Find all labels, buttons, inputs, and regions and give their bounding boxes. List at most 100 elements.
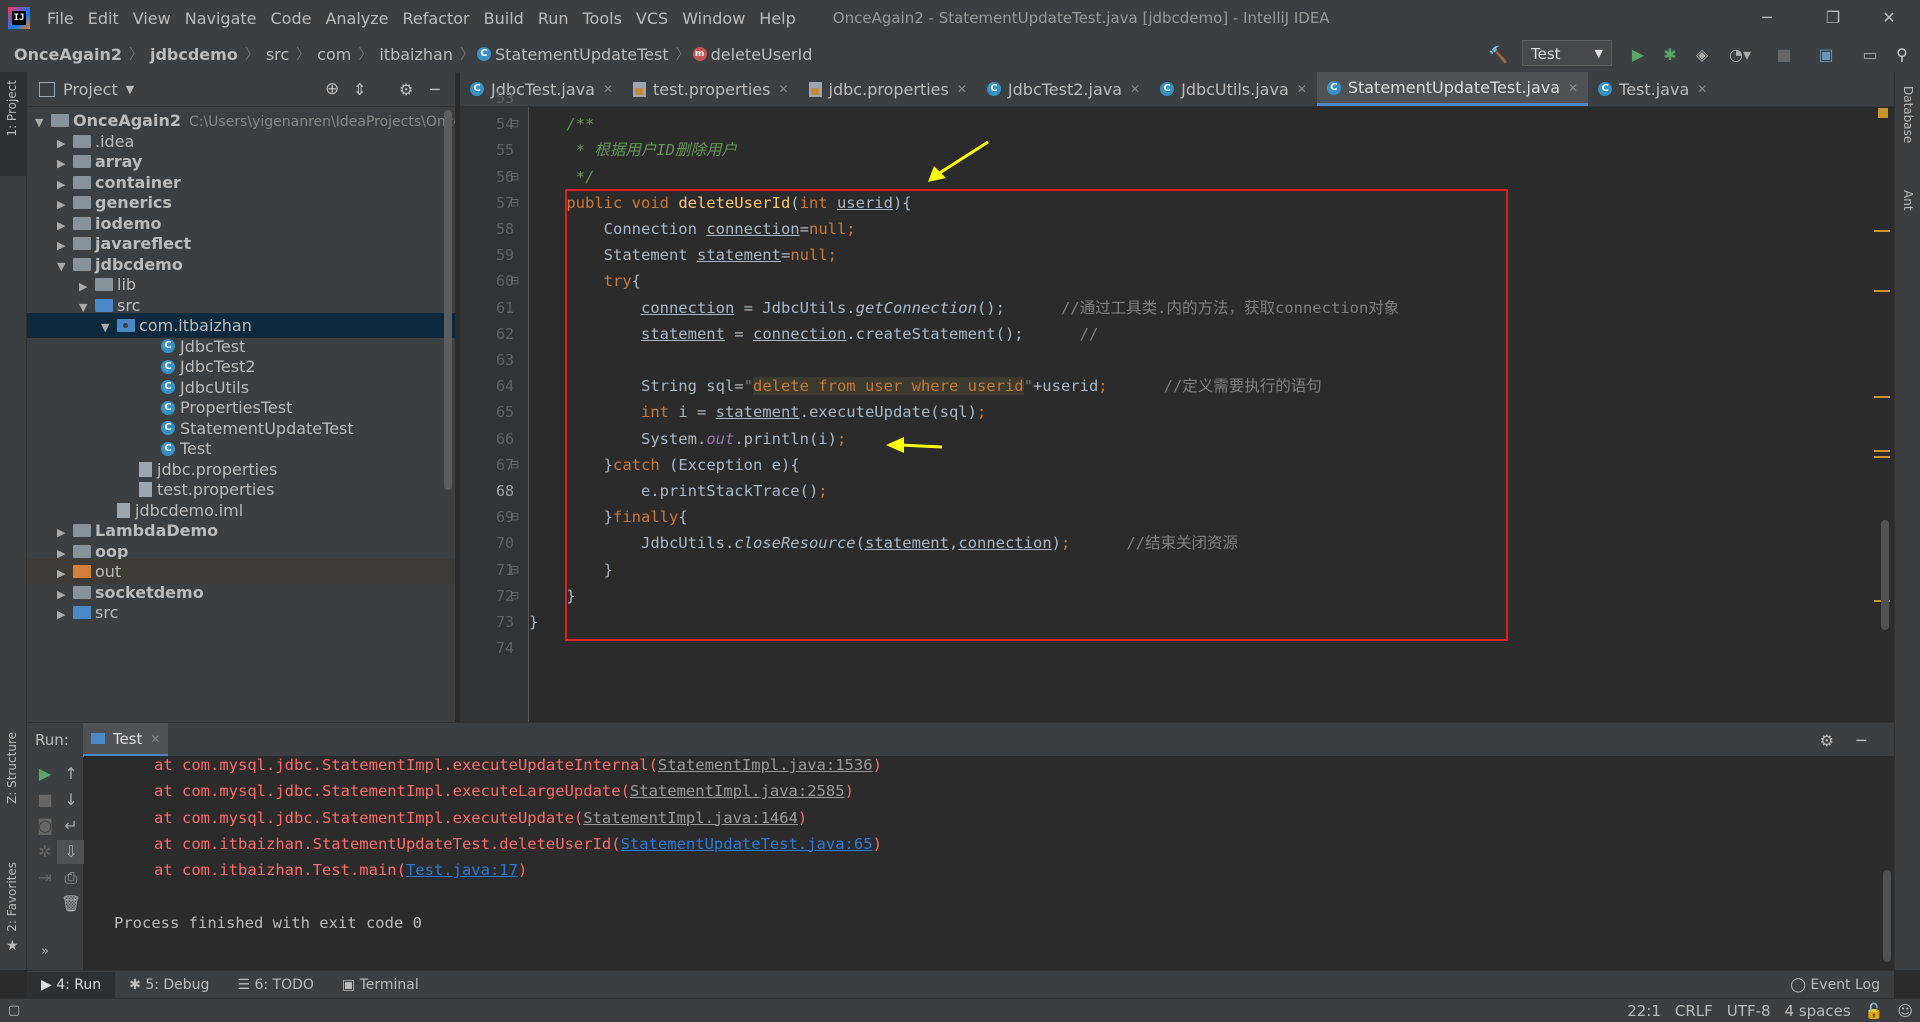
menu-item-view[interactable]: View: [126, 9, 178, 28]
event-log-button[interactable]: ◯ Event Log: [1790, 977, 1880, 993]
close-tab-icon[interactable]: ✕: [957, 82, 967, 96]
stop-icon[interactable]: ■: [1772, 40, 1796, 68]
project-tool-tab[interactable]: 1: Project: [5, 80, 19, 137]
scroll-to-end-icon[interactable]: ⇩: [57, 840, 85, 864]
database-tool-tab[interactable]: Database: [1901, 86, 1915, 143]
fold-icon[interactable]: ⊟: [510, 458, 519, 471]
build-hammer-icon[interactable]: 🔨: [1484, 40, 1512, 68]
menu-item-run[interactable]: Run: [531, 9, 576, 28]
console-scrollbar[interactable]: [1883, 870, 1891, 962]
fold-icon[interactable]: ⊟: [510, 510, 519, 523]
stacktrace-link[interactable]: StatementUpdateTest.java:65: [621, 835, 873, 853]
stop-icon[interactable]: ■: [31, 788, 59, 812]
tool-windows-icon[interactable]: ▢: [8, 1003, 20, 1018]
stacktrace-link[interactable]: StatementImpl.java:1536: [658, 756, 873, 774]
expand-right-icon[interactable]: ▶: [57, 602, 71, 627]
editor-tab[interactable]: C StatementUpdateTest.java ✕: [1316, 72, 1589, 106]
more-icon[interactable]: »: [31, 940, 59, 964]
lock-icon[interactable]: 🔓: [1858, 1002, 1891, 1020]
close-tab-icon[interactable]: ✕: [1297, 82, 1307, 96]
menu-item-code[interactable]: Code: [264, 9, 319, 28]
editor-tab[interactable]: test.properties ✕: [623, 72, 799, 106]
breadcrumb-method[interactable]: deleteUserId: [707, 45, 817, 64]
project-view-title[interactable]: Project: [63, 80, 118, 99]
editor-tab[interactable]: jdbc.properties ✕: [799, 72, 977, 106]
code-line[interactable]: */: [529, 164, 595, 190]
close-tab-icon[interactable]: ✕: [603, 82, 613, 96]
inspector-icon[interactable]: ☺: [1890, 1002, 1920, 1020]
rerun-icon[interactable]: ▶: [31, 762, 59, 786]
close-tab-icon[interactable]: ✕: [778, 82, 788, 96]
editor-tab[interactable]: C JdbcTest2.java ✕: [977, 72, 1150, 106]
indent-setting[interactable]: 4 spaces: [1778, 1002, 1858, 1020]
breadcrumb-module[interactable]: jdbcdemo: [146, 45, 242, 64]
close-tab-icon[interactable]: ✕: [1697, 82, 1707, 96]
print-icon[interactable]: ⎙: [57, 866, 85, 890]
code-line[interactable]: /**: [529, 111, 594, 137]
project-scrollbar[interactable]: [444, 110, 452, 490]
close-window-icon[interactable]: ✕: [1866, 0, 1912, 36]
code-line[interactable]: }: [529, 609, 538, 635]
minimize-icon[interactable]: ─: [1744, 0, 1790, 36]
close-tab-icon[interactable]: ✕: [150, 732, 160, 746]
collapse-all-icon[interactable]: ⇕: [353, 80, 366, 99]
profile-icon[interactable]: ◔▾: [1720, 40, 1760, 68]
file-encoding[interactable]: UTF-8: [1720, 1002, 1778, 1020]
gear-icon[interactable]: ⚙: [1820, 731, 1834, 750]
close-tab-icon[interactable]: ✕: [1568, 81, 1578, 95]
trash-icon[interactable]: 🗑: [57, 892, 85, 916]
settings-off-icon[interactable]: ✲: [31, 840, 59, 864]
exit-icon[interactable]: ⇥: [31, 866, 59, 890]
run-configuration-select[interactable]: Test ▼: [1522, 40, 1612, 66]
fold-icon[interactable]: ⊟: [510, 274, 519, 287]
chevron-down-icon[interactable]: ▼: [126, 83, 134, 96]
menu-item-vcs[interactable]: VCS: [629, 9, 675, 28]
menu-item-edit[interactable]: Edit: [81, 9, 126, 28]
editor-tab[interactable]: C Test.java ✕: [1588, 72, 1717, 106]
menu-item-help[interactable]: Help: [752, 9, 802, 28]
arrow-up-icon[interactable]: ↑: [57, 762, 85, 786]
arrow-down-icon[interactable]: ↓: [57, 788, 85, 812]
menu-item-window[interactable]: Window: [675, 9, 752, 28]
favorites-tool-tab[interactable]: 2: Favorites: [5, 862, 19, 932]
search-icon[interactable]: ⚲: [1888, 40, 1916, 68]
breadcrumb-project[interactable]: OnceAgain2: [10, 45, 126, 64]
fold-icon[interactable]: ⊟: [510, 589, 519, 602]
debug-icon[interactable]: ✱: [1656, 40, 1684, 68]
soft-wrap-icon[interactable]: ↵: [57, 814, 85, 838]
fold-icon[interactable]: ⊟: [510, 117, 519, 130]
ant-tool-tab[interactable]: Ant: [1901, 190, 1915, 211]
camera-icon[interactable]: ◙: [31, 814, 59, 838]
locate-icon[interactable]: ⊕: [325, 79, 339, 99]
breadcrumb-src[interactable]: src: [262, 45, 293, 64]
tool-tab-run[interactable]: ▶ 4: Run: [27, 972, 116, 998]
fold-icon[interactable]: ⊟: [510, 196, 519, 209]
fold-icon[interactable]: ⊟: [510, 563, 519, 576]
tool-tab-todo[interactable]: ☰ 6: TODO: [223, 977, 327, 993]
gear-icon[interactable]: ⚙: [399, 80, 413, 99]
hide-panel-icon[interactable]: ─: [1856, 731, 1866, 750]
warning-indicator-icon[interactable]: [1878, 108, 1888, 118]
breadcrumb-package[interactable]: itbaizhan: [375, 45, 457, 64]
breadcrumb-com[interactable]: com: [313, 45, 355, 64]
run-icon[interactable]: ▶: [1624, 40, 1652, 68]
project-structure-icon[interactable]: ▣: [1812, 40, 1840, 68]
menu-item-tools[interactable]: Tools: [576, 9, 629, 28]
tool-tab-terminal[interactable]: ▣ Terminal: [328, 977, 433, 993]
tree-item[interactable]: ▶ src: [27, 600, 455, 625]
code-line[interactable]: * 根据用户ID删除用户: [529, 137, 737, 163]
stacktrace-link[interactable]: StatementImpl.java:2585: [630, 782, 845, 800]
editor-tab[interactable]: C JdbcUtils.java ✕: [1150, 72, 1317, 106]
tool-tab-debug[interactable]: ✱ 5: Debug: [115, 977, 223, 993]
stacktrace-link[interactable]: Test.java:17: [406, 861, 518, 879]
restore-icon[interactable]: ❐: [1810, 0, 1856, 36]
close-tab-icon[interactable]: ✕: [1130, 82, 1140, 96]
editor-scrollbar[interactable]: [1881, 520, 1889, 630]
layout-icon[interactable]: ▭: [1856, 40, 1884, 68]
coverage-icon[interactable]: ◈: [1688, 40, 1716, 68]
caret-position[interactable]: 22:1: [1620, 1002, 1668, 1020]
menu-item-file[interactable]: File: [40, 9, 81, 28]
breadcrumb-class[interactable]: StatementUpdateTest: [491, 45, 673, 64]
menu-item-navigate[interactable]: Navigate: [178, 9, 264, 28]
structure-tool-tab[interactable]: Z: Structure: [5, 732, 19, 804]
